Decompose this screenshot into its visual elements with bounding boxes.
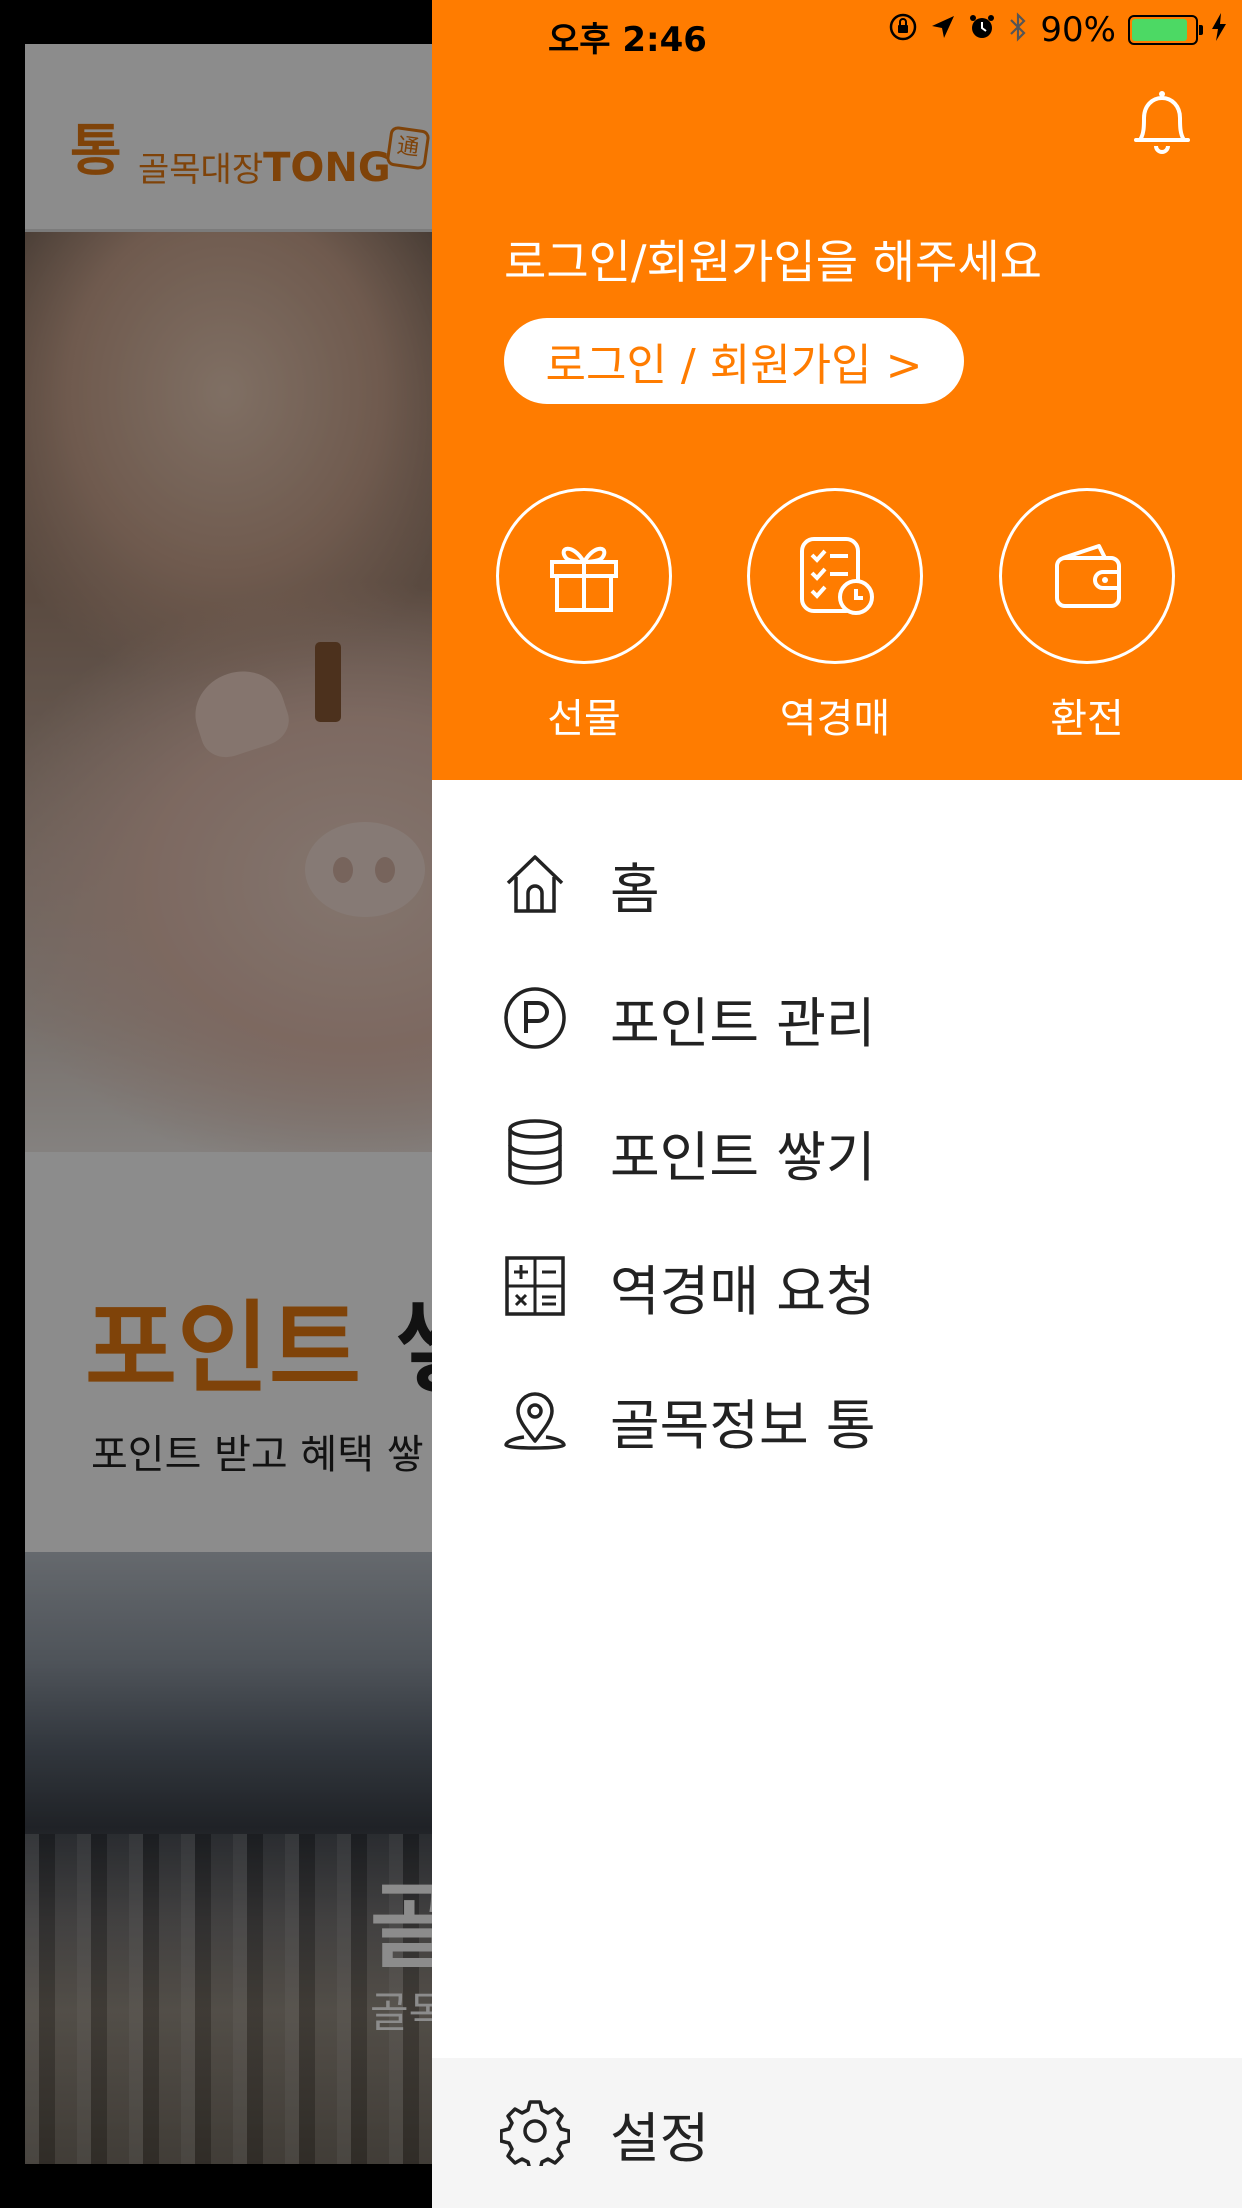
quick-action-gift[interactable]: 선물: [496, 488, 672, 744]
battery-fill: [1132, 19, 1188, 41]
rotation-lock-icon: [888, 12, 918, 48]
quick-action-exchange[interactable]: 환전: [999, 488, 1175, 744]
quick-action-circle[interactable]: [999, 488, 1175, 664]
status-icons: 90%: [888, 10, 1228, 50]
drawer-header: 오후 2:46 90% 로그인/회원가입을 해주세요 로그인 / 회원가입 > …: [432, 0, 1242, 780]
home-icon: [500, 849, 570, 919]
quick-action-reverse-auction[interactable]: 역경매: [747, 488, 923, 744]
settings-label: 설정: [610, 2106, 710, 2170]
menu-item-settings[interactable]: 설정: [499, 2093, 710, 2173]
menu-item-home[interactable]: 홈: [500, 844, 1200, 924]
point-p-icon: [500, 983, 570, 1053]
login-signup-button[interactable]: 로그인 / 회원가입 >: [504, 318, 964, 404]
menu-item-point-management[interactable]: 포인트 관리: [500, 978, 1200, 1058]
menu-item-earn-points[interactable]: 포인트 쌓기: [500, 1112, 1200, 1192]
status-time: 오후 2:46: [548, 20, 707, 60]
battery-icon: [1128, 15, 1203, 45]
menu-item-label: 역경매 요청: [610, 1259, 876, 1323]
menu-item-label: 홈: [610, 857, 660, 921]
status-bar: 오후 2:46 90%: [0, 0, 1242, 60]
menu-item-label: 포인트 쌓기: [610, 1125, 876, 1189]
quick-action-label: 역경매: [779, 696, 891, 742]
checklist-clock-icon: [800, 537, 874, 615]
database-stack-icon: [500, 1117, 570, 1187]
quick-action-label: 선물: [547, 696, 621, 742]
charging-icon: [1210, 12, 1228, 48]
login-prompt: 로그인/회원가입을 해주세요: [504, 235, 1042, 289]
location-icon: [930, 14, 956, 46]
menu-item-reverse-auction-request[interactable]: 역경매 요청: [500, 1246, 1200, 1326]
alarm-icon: [968, 13, 996, 47]
menu-item-label: 포인트 관리: [610, 991, 876, 1055]
menu-item-alley-info[interactable]: 골목정보 통: [500, 1380, 1200, 1460]
battery-percent: 90%: [1040, 10, 1116, 50]
side-drawer: 오후 2:46 90% 로그인/회원가입을 해주세요 로그인 / 회원가입 > …: [432, 0, 1242, 2208]
wallet-icon: [1055, 544, 1121, 608]
location-pin-icon: [500, 1385, 570, 1455]
notification-bell-icon[interactable]: [1122, 82, 1202, 162]
gift-icon: [550, 546, 618, 612]
quick-action-circle[interactable]: [496, 488, 672, 664]
quick-action-circle[interactable]: [747, 488, 923, 664]
menu-item-label: 골목정보 통: [610, 1393, 876, 1457]
calculator-icon: [500, 1251, 570, 1321]
gear-icon: [499, 2096, 571, 2172]
bluetooth-icon: [1008, 11, 1028, 49]
quick-action-label: 환전: [1050, 696, 1124, 742]
settings-bar: 설정: [432, 2058, 1242, 2208]
